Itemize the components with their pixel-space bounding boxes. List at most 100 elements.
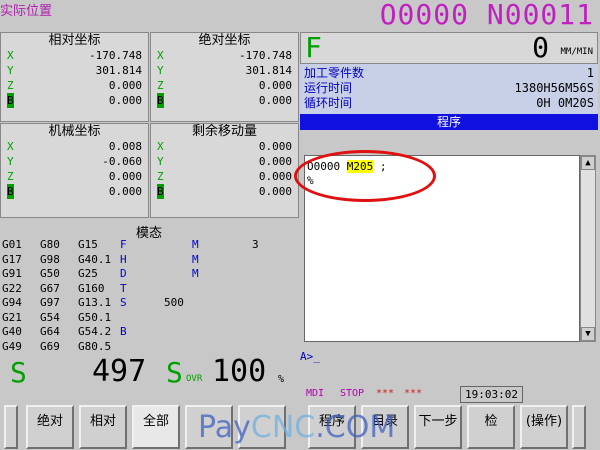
modal-code: M — [192, 267, 199, 280]
watermark-pay: Pay — [198, 410, 251, 445]
axis-label: B — [7, 184, 14, 199]
program-scrollbar[interactable]: ▲ ▼ — [580, 155, 596, 342]
status-mode: MDI — [306, 388, 325, 399]
spindle-speed: 497 — [92, 354, 147, 389]
cycle-time-label: 循环时间 — [304, 96, 353, 110]
parts-count-label: 加工零件数 — [304, 66, 365, 80]
axis-label: B — [157, 93, 164, 108]
axis-value: -170.748 — [239, 49, 292, 62]
panel-title: 绝对坐标 — [198, 33, 251, 48]
softkey-8[interactable]: 下一步 — [414, 405, 462, 449]
axis-label: Y — [7, 64, 14, 77]
scroll-down-icon[interactable]: ▼ — [581, 327, 595, 341]
modal-code: M — [192, 252, 199, 266]
axis-value: 0.000 — [108, 170, 142, 183]
softkey-left-arrow[interactable] — [4, 405, 18, 449]
axis-label: Z — [7, 79, 14, 92]
modal-code: S — [120, 296, 127, 309]
cycle-time-value: 0H 0M20S — [536, 96, 594, 110]
modal-code: G25 — [78, 267, 98, 280]
watermark: PayCNC.COM — [198, 410, 395, 445]
axis-label: Y — [157, 155, 164, 168]
parts-count-value: 1 — [586, 66, 594, 80]
modal-code: G22 — [2, 281, 22, 295]
modal-row: G91 G50 G25 D M — [2, 267, 298, 281]
modal-code: G17 — [2, 252, 22, 266]
modal-code: G69 — [40, 339, 60, 353]
axis-label: X — [7, 49, 14, 62]
modal-code: G94 — [2, 296, 22, 309]
axis-value: 0.000 — [258, 140, 292, 153]
modal-code: 500 — [164, 296, 184, 309]
softkey-1[interactable]: 绝对 — [26, 405, 74, 449]
status-bar: MDI STOP *** *** 19:03:02 — [300, 385, 598, 403]
modal-code: G40 — [2, 325, 22, 338]
axis-label: Z — [157, 170, 164, 183]
modal-row: G01 G80 G15 F M 3 — [2, 238, 298, 252]
axis-label: Y — [7, 155, 14, 168]
modal-code: G64 — [40, 325, 60, 338]
spindle-override-sub: OVR — [186, 374, 203, 384]
run-time-value: 1380H56M56S — [514, 81, 594, 95]
modal-row: G40 G64 G54.2 B — [2, 325, 298, 339]
scroll-up-icon[interactable]: ▲ — [581, 156, 595, 170]
program-number: O0000 N00011 — [379, 0, 594, 31]
feed-unit: MM/MIN — [560, 47, 593, 57]
status-stars: *** — [404, 388, 423, 399]
modal-code: M — [192, 238, 199, 251]
softkey-2[interactable]: 相对 — [79, 405, 127, 449]
modal-code: G15 — [78, 238, 98, 251]
axis-value: 0.000 — [108, 94, 142, 107]
modal-code: G54.2 — [78, 325, 112, 338]
panel-title: 剩余移动量 — [191, 124, 257, 139]
modal-row: G49 G69 G80.5 — [2, 340, 298, 354]
axis-label: X — [7, 140, 14, 153]
modal-row: G94 G97 G13.1 S 500 — [2, 296, 298, 310]
axis-value: -0.060 — [102, 155, 142, 168]
axis-value: 0.000 — [258, 155, 292, 168]
modal-code: G67 — [40, 281, 60, 295]
remaining-distance-panel: 剩余移动量 X 0.000 Y 0.000 Z 0.000 B 0.000 — [150, 123, 299, 218]
modal-code: G01 — [2, 238, 22, 251]
modal-code: F — [120, 238, 127, 251]
axis-value: 0.000 — [258, 79, 292, 92]
modal-code: B — [120, 325, 127, 338]
watermark-com: .COM — [315, 410, 396, 445]
softkey-right-arrow[interactable] — [572, 405, 586, 449]
axis-value: 0.008 — [108, 140, 142, 153]
softkey-3[interactable]: 全部 — [132, 405, 180, 449]
modal-code: G91 — [2, 267, 22, 280]
modal-code: G21 — [2, 310, 22, 324]
axis-label: B — [157, 184, 164, 199]
machine-coordinates-panel: 机械坐标 X 0.008 Y -0.060 Z 0.000 B 0.000 — [0, 123, 149, 218]
modal-row: G22 G67 G160 T — [2, 282, 298, 296]
modal-code: G50.1 — [78, 310, 112, 324]
machining-info: 加工零件数 1 运行时间 1380H56M56S 循环时间 0H 0M20S — [300, 64, 598, 114]
modal-code: T — [120, 281, 127, 295]
softkey-10[interactable]: (操作) — [520, 405, 568, 449]
feed-value: 0 — [532, 31, 549, 64]
status-time: 19:03:02 — [460, 386, 523, 403]
spindle-override-label: S — [166, 356, 183, 389]
panel-title: 相对坐标 — [48, 33, 101, 48]
axis-label: Y — [157, 64, 164, 77]
axis-value: 0.000 — [258, 185, 292, 198]
softkey-9[interactable]: 检 — [467, 405, 515, 449]
axis-label: B — [7, 93, 14, 108]
spindle-override-unit: % — [278, 374, 285, 385]
axis-value: 301.814 — [245, 64, 292, 77]
input-line[interactable]: A>_ — [300, 350, 320, 363]
run-time-label: 运行时间 — [304, 81, 353, 95]
modal-code: G98 — [40, 252, 60, 266]
axis-label: Z — [157, 79, 164, 92]
modal-code: D — [120, 267, 127, 280]
modal-code: G80 — [40, 238, 60, 251]
panel-title: 机械坐标 — [48, 124, 101, 139]
modal-code: 3 — [252, 238, 259, 251]
axis-label: X — [157, 49, 164, 62]
status-state: STOP — [340, 388, 365, 399]
modal-code: G13.1 — [78, 296, 112, 309]
modal-code: G40.1 — [78, 252, 112, 266]
axis-value: 0.000 — [258, 94, 292, 107]
modal-code: G49 — [2, 339, 22, 353]
